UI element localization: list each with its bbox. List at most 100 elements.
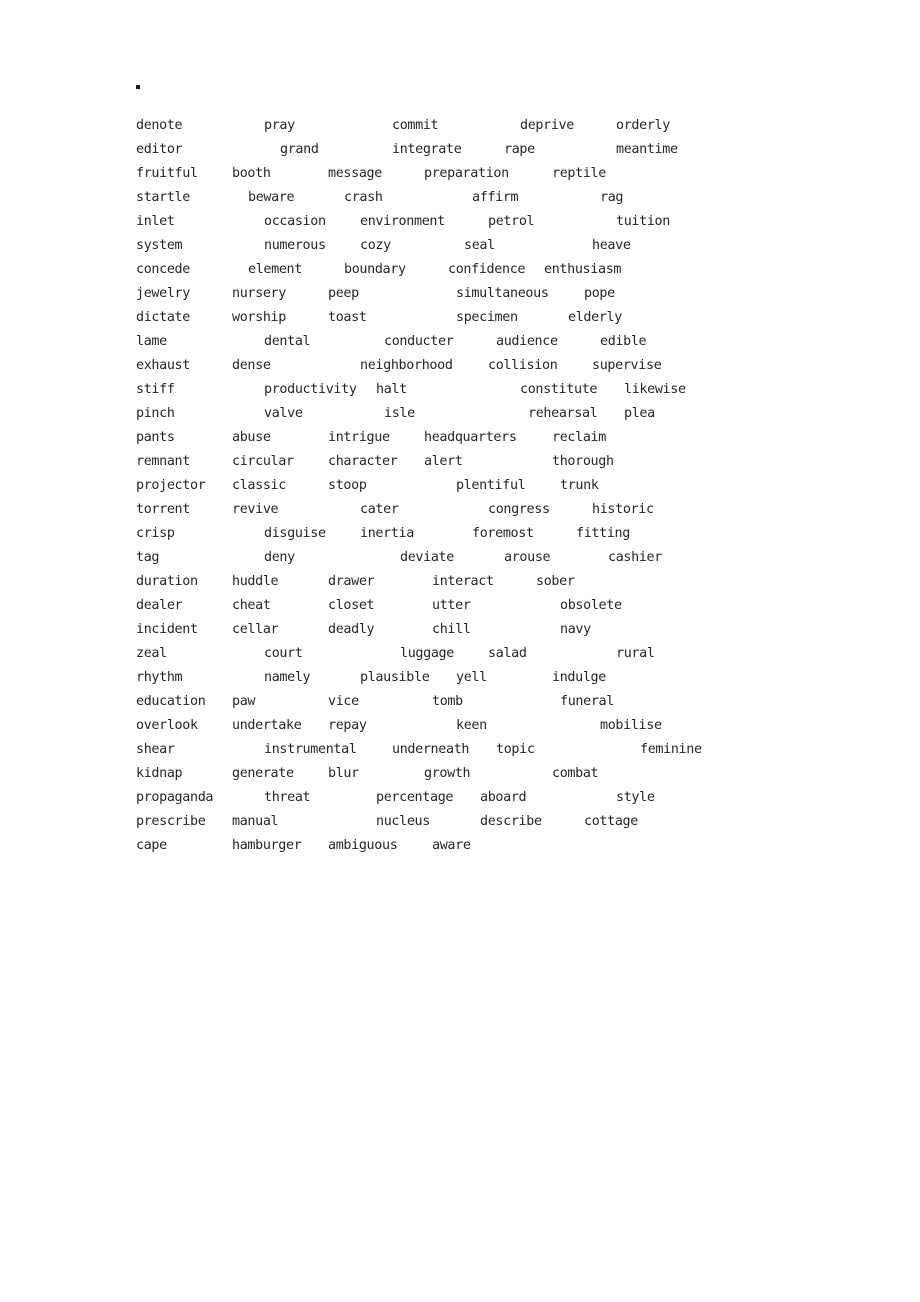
word-item: deprive xyxy=(520,118,574,133)
word-item: collision xyxy=(488,358,558,373)
word-item: reptile xyxy=(552,166,606,181)
word-item: jewelry xyxy=(136,286,190,301)
word-item: concede xyxy=(136,262,190,277)
word-item: cape xyxy=(136,838,167,853)
word-item: environment xyxy=(360,214,445,229)
word-item: conducter xyxy=(384,334,454,349)
word-item: cheat xyxy=(232,598,271,613)
word-row: cape hamburger ambiguous aware xyxy=(136,834,776,858)
word-item: heave xyxy=(592,238,631,253)
word-row: rhythm namely plausible yell indulge xyxy=(136,666,776,690)
word-item: plentiful xyxy=(456,478,526,493)
word-item: alert xyxy=(424,454,463,469)
word-item: grand xyxy=(280,142,319,157)
word-item: inertia xyxy=(360,526,414,541)
word-item: stoop xyxy=(328,478,367,493)
word-item: yell xyxy=(456,670,487,685)
word-item: obsolete xyxy=(560,598,622,613)
word-row: overlook undertake repay keen mobilise xyxy=(136,714,776,738)
word-row: remnant circular character alert thorough xyxy=(136,450,776,474)
word-item: rhythm xyxy=(136,670,183,685)
word-row: denote pray commit deprive orderly xyxy=(136,114,776,138)
word-item: pants xyxy=(136,430,175,445)
word-item: commit xyxy=(392,118,439,133)
word-item: nucleus xyxy=(376,814,430,829)
word-item: education xyxy=(136,694,206,709)
word-row: exhaust dense neighborhood collision supervi… xyxy=(136,354,776,378)
word-item: overlook xyxy=(136,718,198,733)
word-item: propaganda xyxy=(136,790,214,805)
word-row: incident cellar deadly chill navy xyxy=(136,618,776,642)
word-item: rehearsal xyxy=(528,406,598,421)
word-item: hamburger xyxy=(232,838,302,853)
word-item: interact xyxy=(432,574,494,589)
word-item: inlet xyxy=(136,214,175,229)
word-item: constitute xyxy=(520,382,598,397)
word-item: message xyxy=(328,166,382,181)
word-item: dense xyxy=(232,358,271,373)
word-row: education paw vice tomb funeral xyxy=(136,690,776,714)
word-item: preparation xyxy=(424,166,509,181)
word-item: tag xyxy=(136,550,160,565)
word-item: affirm xyxy=(472,190,519,205)
word-list: denote pray commit deprive orderly editor gran… xyxy=(136,114,776,858)
word-item: underneath xyxy=(392,742,470,757)
word-item: nursery xyxy=(232,286,286,301)
word-item: deadly xyxy=(328,622,375,637)
word-row: fruitful booth message preparation reptile xyxy=(136,162,776,186)
word-item: neighborhood xyxy=(360,358,453,373)
word-item: circular xyxy=(232,454,294,469)
word-item: numerous xyxy=(264,238,326,253)
word-item: supervise xyxy=(592,358,662,373)
word-item: peep xyxy=(328,286,359,301)
word-item: historic xyxy=(592,502,654,517)
word-row: stiff productivity halt constitute likewise xyxy=(136,378,776,402)
word-item: reclaim xyxy=(552,430,606,445)
document-page: denote pray commit deprive orderly editor gran… xyxy=(0,0,920,1302)
word-item: foremost xyxy=(472,526,534,541)
word-item: generate xyxy=(232,766,294,781)
word-row: duration huddle drawer interact sober xyxy=(136,570,776,594)
word-row: kidnap generate blur growth combat xyxy=(136,762,776,786)
word-item: court xyxy=(264,646,303,661)
word-item: system xyxy=(136,238,183,253)
word-item: rural xyxy=(616,646,655,661)
word-item: toast xyxy=(328,310,367,325)
word-row: projector classic stoop plentiful trunk xyxy=(136,474,776,498)
word-item: simultaneous xyxy=(456,286,549,301)
word-item: thorough xyxy=(552,454,614,469)
word-item: confidence xyxy=(448,262,526,277)
word-item: ambiguous xyxy=(328,838,398,853)
word-item: productivity xyxy=(264,382,357,397)
word-item: rape xyxy=(504,142,535,157)
word-item: shear xyxy=(136,742,175,757)
word-item: undertake xyxy=(232,718,302,733)
word-item: abuse xyxy=(232,430,271,445)
word-item: trunk xyxy=(560,478,599,493)
word-item: cozy xyxy=(360,238,391,253)
word-item: kidnap xyxy=(136,766,183,781)
word-item: dental xyxy=(264,334,311,349)
word-item: lame xyxy=(136,334,167,349)
word-item: paw xyxy=(232,694,256,709)
word-item: classic xyxy=(232,478,286,493)
word-item: navy xyxy=(560,622,591,637)
word-item: cashier xyxy=(608,550,662,565)
word-row: inlet occasion environment petrol tuition xyxy=(136,210,776,234)
word-item: deny xyxy=(264,550,295,565)
word-item: startle xyxy=(136,190,190,205)
word-item: revive xyxy=(232,502,279,517)
word-item: namely xyxy=(264,670,311,685)
word-item: topic xyxy=(496,742,535,757)
word-item: specimen xyxy=(456,310,518,325)
word-item: pope xyxy=(584,286,615,301)
word-item: remnant xyxy=(136,454,190,469)
word-item: repay xyxy=(328,718,367,733)
word-item: keen xyxy=(456,718,487,733)
word-item: deviate xyxy=(400,550,454,565)
word-row: tag deny deviate arouse cashier xyxy=(136,546,776,570)
top-spacer xyxy=(136,98,776,114)
word-row: system numerous cozy seal heave xyxy=(136,234,776,258)
word-item: funeral xyxy=(560,694,614,709)
word-item: crash xyxy=(344,190,383,205)
